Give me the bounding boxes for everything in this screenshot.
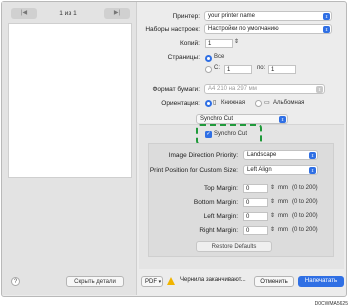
bottom-margin-field[interactable]: 0: [243, 198, 268, 207]
portrait-icon: ▯: [213, 100, 217, 106]
skip-forward-icon: ▶|: [113, 10, 121, 16]
synchro-cut-checkbox[interactable]: ✓: [205, 131, 212, 138]
presets-select[interactable]: Настройки по умолчанию ⇕: [204, 24, 332, 34]
print-position-value: Left Align: [247, 167, 272, 173]
top-margin-range: (0 to 200): [292, 185, 318, 191]
orientation-label: Ориентация:: [161, 100, 200, 107]
pages-from-label: С:: [214, 65, 220, 71]
image-code: D0CWMA5625: [314, 301, 348, 307]
section-value: Synchro Cut: [200, 116, 234, 122]
printer-value: your printer name: [208, 13, 256, 19]
copies-field[interactable]: 1: [205, 39, 233, 48]
left-margin-field[interactable]: 0: [243, 212, 268, 221]
chevron-updown-icon: ⇕: [309, 152, 316, 159]
pages-all-label: Все: [214, 54, 225, 60]
synchro-cut-label: Synchro Cut: [214, 131, 248, 137]
paper-select[interactable]: А4 210 на 297 мм ⇕: [204, 84, 325, 94]
bottom-margin-unit: mm: [278, 199, 288, 205]
next-page-button[interactable]: ▶|: [104, 8, 130, 19]
portrait-label: Книжная: [221, 100, 246, 106]
chevron-updown-icon: ⇕: [309, 167, 316, 174]
chevron-updown-icon: ⇕: [279, 116, 286, 123]
cancel-button[interactable]: Отменить: [254, 276, 294, 287]
chevron-down-icon: ▾: [158, 279, 162, 285]
stepper-icon[interactable]: ⇕: [270, 226, 275, 233]
print-button[interactable]: Напечатать: [298, 276, 344, 287]
print-position-select[interactable]: Left Align ⇕: [243, 165, 318, 175]
pages-label: Страницы:: [167, 54, 200, 61]
landscape-label: Альбомная: [273, 100, 305, 106]
landscape-icon: ▭: [264, 100, 270, 106]
image-direction-label: Image Direction Priority:: [168, 152, 238, 159]
top-margin-label: Top Margin:: [204, 185, 238, 192]
left-margin-label: Left Margin:: [203, 213, 238, 220]
pages-from-field[interactable]: 1: [224, 65, 252, 74]
top-margin-unit: mm: [278, 185, 288, 191]
skip-back-icon: |◀: [20, 10, 28, 16]
landscape-radio[interactable]: [255, 100, 262, 107]
pdf-label: PDF: [145, 279, 157, 285]
portrait-radio[interactable]: [205, 100, 212, 107]
left-margin-range: (0 to 200): [292, 213, 318, 219]
pages-to-label: по:: [257, 65, 266, 71]
bottom-margin-label: Bottom Margin:: [193, 199, 238, 206]
paper-label: Формат бумаги:: [152, 86, 200, 93]
stepper-icon[interactable]: ⇕: [270, 184, 275, 191]
page-counter: 1 из 1: [59, 10, 77, 17]
restore-defaults-button[interactable]: Restore Defaults: [196, 241, 272, 252]
top-margin-field[interactable]: 0: [243, 184, 268, 193]
paper-value: А4 210 на 297 мм: [208, 86, 257, 92]
ink-warning-text: Чернила заканчивают...: [180, 277, 246, 283]
image-direction-value: Landscape: [247, 152, 277, 158]
prev-page-button[interactable]: |◀: [11, 8, 37, 19]
stepper-icon[interactable]: ⇕: [234, 38, 239, 45]
printer-select[interactable]: your printer name ⇕: [204, 11, 332, 21]
right-margin-field[interactable]: 0: [243, 226, 268, 235]
chevron-updown-icon: ⇕: [323, 26, 330, 33]
presets-value: Настройки по умолчанию: [208, 26, 279, 32]
chevron-updown-icon: ⇕: [323, 13, 330, 20]
stepper-icon[interactable]: ⇕: [270, 198, 275, 205]
hide-details-button[interactable]: Скрыть детали: [66, 276, 124, 287]
pages-range-radio[interactable]: [205, 66, 212, 73]
section-select[interactable]: Synchro Cut ⇕: [196, 114, 288, 124]
right-margin-range: (0 to 200): [292, 227, 318, 233]
pages-all-radio[interactable]: [205, 55, 212, 62]
page-preview: [8, 23, 132, 178]
warning-icon: [167, 277, 175, 285]
help-button[interactable]: ?: [11, 277, 20, 286]
right-margin-label: Right Margin:: [199, 227, 238, 234]
stepper-icon[interactable]: ⇕: [270, 212, 275, 219]
bottom-margin-range: (0 to 200): [292, 199, 318, 205]
print-position-label: Print Position for Custom Size:: [149, 167, 238, 174]
pages-to-field[interactable]: 1: [268, 65, 296, 74]
image-direction-select[interactable]: Landscape ⇕: [243, 150, 318, 160]
chevron-updown-icon: ⇕: [316, 86, 323, 93]
left-margin-unit: mm: [278, 213, 288, 219]
pdf-menu-button[interactable]: PDF ▾: [141, 276, 163, 287]
printer-label: Принтер:: [172, 13, 200, 20]
right-margin-unit: mm: [278, 227, 288, 233]
presets-label: Наборы настроек:: [145, 26, 200, 33]
copies-label: Копий:: [180, 40, 200, 47]
